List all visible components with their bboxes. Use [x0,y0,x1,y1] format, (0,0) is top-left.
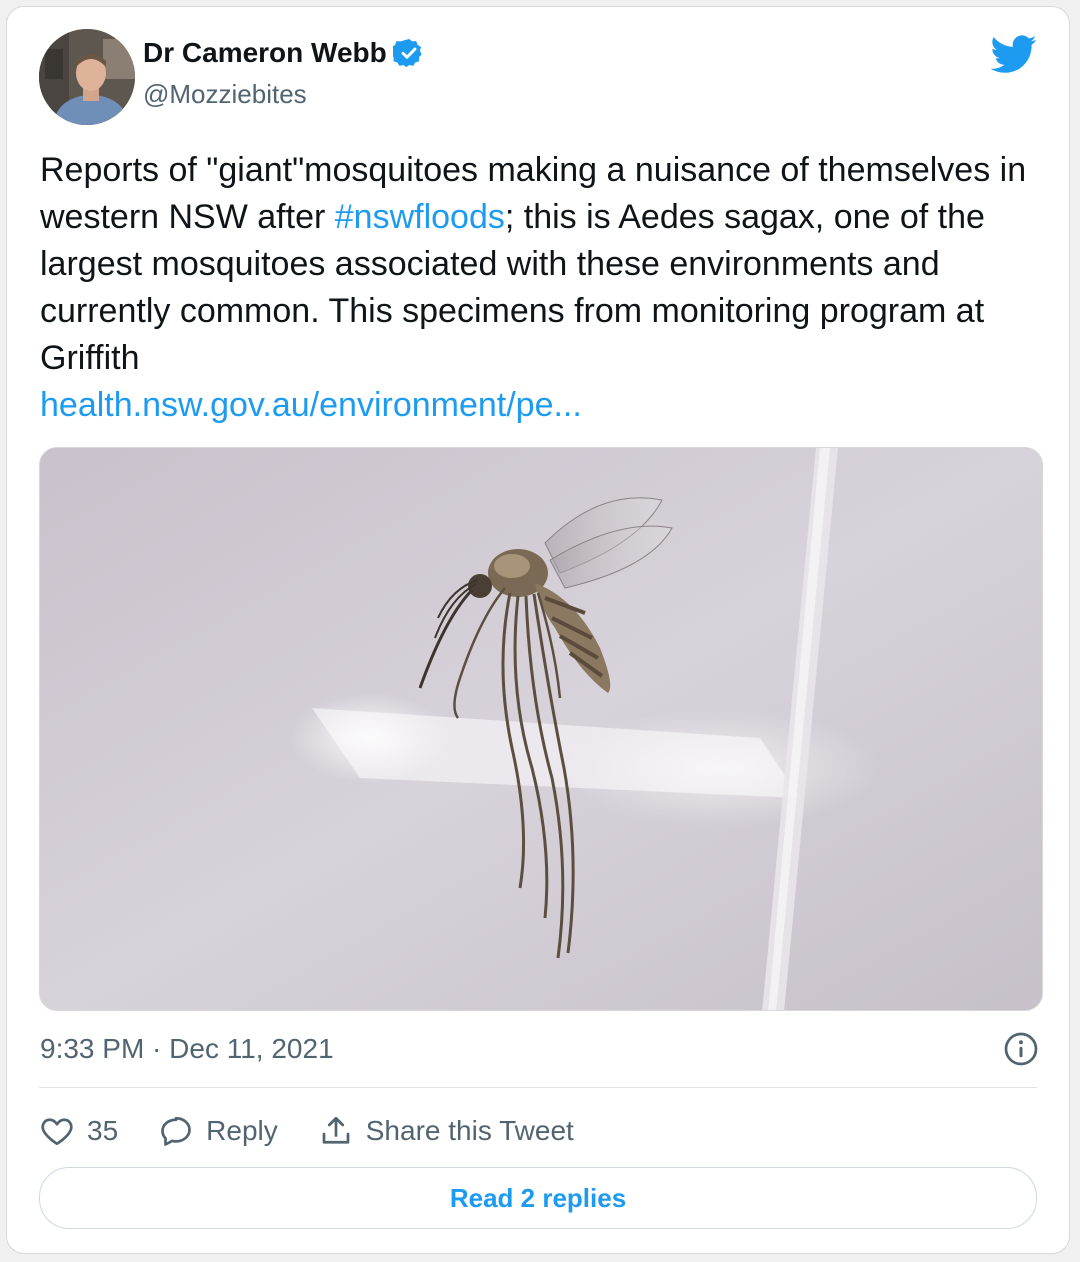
author-name-row[interactable]: Dr Cameron Webb [143,37,425,69]
share-button[interactable]: Share this Tweet [318,1113,574,1149]
tweet-text: Reports of "giant"mosquitoes making a nu… [40,147,1050,429]
speech-bubble-icon [161,1116,192,1146]
url-link[interactable]: health.nsw.gov.au/environment/pe... [40,386,582,424]
tweet-card: Dr Cameron Webb @Mozziebites Reports of … [6,6,1070,1254]
author-handle[interactable]: @Mozziebites [143,79,307,110]
tweet-timestamp[interactable]: 9:33 PM · Dec 11, 2021 [40,1033,334,1065]
divider [39,1087,1037,1088]
like-button[interactable]: 35 [39,1113,118,1149]
read-replies-button[interactable]: Read 2 replies [39,1167,1037,1229]
twitter-bird-icon[interactable] [991,31,1037,77]
author-display-name[interactable]: Dr Cameron Webb [143,37,387,69]
share-label: Share this Tweet [365,1115,574,1146]
reply-label: Reply [206,1115,278,1146]
reply-button[interactable]: Reply [158,1113,278,1149]
avatar-photo [39,29,135,125]
avatar[interactable] [39,29,135,125]
verified-badge-icon [392,39,422,68]
info-icon[interactable] [1003,1031,1039,1067]
share-upload-icon [322,1116,350,1144]
hashtag-link[interactable]: #nswfloods [335,198,505,236]
tweet-actions: 35 Reply Share this Tweet [39,1107,614,1155]
heart-icon [41,1118,73,1146]
tweet-media-image[interactable] [39,447,1043,1011]
like-count: 35 [87,1115,119,1146]
mosquito-photo [40,448,1042,1010]
